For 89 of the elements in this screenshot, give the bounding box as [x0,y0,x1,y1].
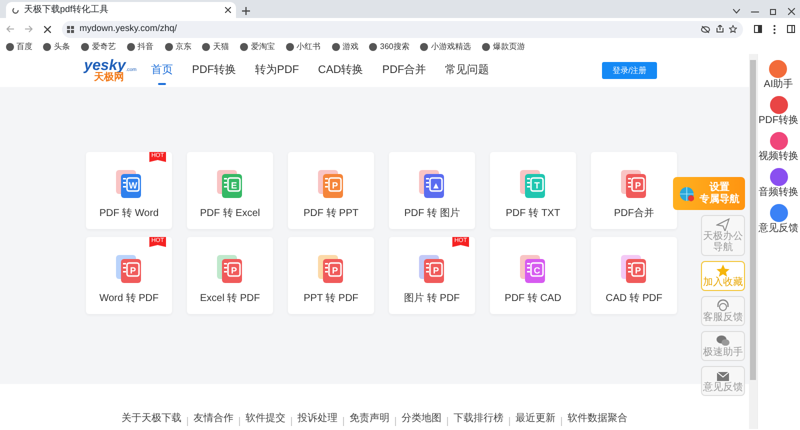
card-label: CAD 转 PDF [606,292,662,306]
tool-card[interactable]: T PDF 转 TXT [490,152,576,229]
site-info-icon[interactable] [67,26,74,32]
eye-slash-icon[interactable] [701,26,710,32]
menu-icon[interactable] [772,24,776,34]
chat-icon [716,334,730,347]
footer-link[interactable]: 友情合作 [194,411,234,426]
float-button-label: 加入收藏 [703,277,743,288]
tab-title: 天极下载pdf转化工具 [24,3,110,16]
bookmark[interactable]: 小游戏精选 [420,41,472,53]
bookmark[interactable]: 京东 [164,41,192,53]
tool-card[interactable]: P PDF合并 [591,152,677,229]
scrollbar[interactable] [749,54,757,429]
card-label: PDF 转 PPT [303,206,358,220]
tool-card[interactable]: P PPT 转 PDF [288,237,374,314]
chevron-icon[interactable] [732,9,740,14]
headset-icon [716,299,730,312]
card-label: PDF 转 Word [99,206,159,220]
tool-card[interactable]: P CAD 转 PDF [591,237,677,314]
card-label: Word 转 PDF [99,292,159,306]
tool-card[interactable]: P PDF 转 PPT [288,152,374,229]
bookmark[interactable]: 爆款页游 [482,41,525,53]
tool-card[interactable]: P Excel 转 PDF [187,237,273,314]
bookmark[interactable]: 360搜索 [369,41,410,53]
close-icon[interactable] [44,26,50,32]
card-label: PDF 转 图片 [404,206,460,220]
bookmark[interactable]: 游戏 [332,41,358,53]
card-label: PDF合并 [614,206,654,220]
share-icon[interactable] [716,25,724,33]
promo-text: 专属导航 [700,194,740,205]
bookmark[interactable]: 百度 [6,41,32,53]
bookmark[interactable]: 爱淘宝 [240,41,275,53]
nav-tab[interactable]: PDF合并 [382,56,426,85]
star-icon[interactable] [729,25,737,33]
bookmark[interactable]: 天猫 [202,41,229,53]
float-button-label: 客服反馈 [703,312,743,323]
side-panel-item[interactable]: AI助手 [764,57,794,90]
loading-icon [12,6,18,14]
side-panel-item[interactable]: 音频转换 [758,165,798,198]
new-tab-icon[interactable] [242,7,250,16]
globe-icon [678,184,694,202]
restore-icon[interactable] [770,8,776,16]
promo-text: 设置 [708,182,730,193]
bookmark[interactable]: 头条 [43,41,70,53]
card-label: PDF 转 Excel [200,206,260,220]
card-label: Excel 转 PDF [200,292,260,306]
nav-tab[interactable]: PDF转换 [192,56,236,85]
close-icon[interactable] [788,8,794,16]
star-icon [716,264,730,277]
send-icon [716,218,730,231]
bookmark[interactable]: 抖音 [126,41,154,53]
close-icon[interactable] [224,7,230,13]
footer-link[interactable]: 关于天极下载 [122,411,182,426]
side-panel-item[interactable]: PDF转换 [758,93,798,126]
side-panel-item[interactable]: 视频转换 [758,129,798,162]
card-label: 图片 转 PDF [404,292,460,306]
footer-link[interactable]: 分类地图 [402,411,442,426]
card-label: PDF 转 CAD [504,292,562,306]
browser-tab[interactable]: 天极下载pdf转化工具 [6,2,236,18]
card-label: PPT 转 PDF [304,292,358,306]
side-panel-item[interactable]: 意见反馈 [758,201,798,234]
footer-link[interactable]: 最近更新 [516,411,556,426]
card-label: PDF 转 TXT [506,206,560,220]
float-button-label: 极速助手 [703,347,743,358]
bookmark[interactable]: 小红书 [286,41,320,53]
float-button-label: 意见反馈 [703,382,743,393]
footer-link[interactable]: 软件提交 [246,411,286,426]
url-text[interactable]: mydown.yesky.com/zhq/ [80,22,696,36]
nav-tab[interactable]: 常见问题 [445,56,490,85]
logo-text[interactable]: yesky [84,59,126,73]
minimize-icon[interactable] [750,10,758,13]
login-button[interactable]: 登录/注册 [602,62,657,79]
mail-icon [716,369,730,382]
footer-link[interactable]: 下载排行榜 [454,411,504,426]
footer-link[interactable]: 投诉处理 [298,411,338,426]
footer-link[interactable]: 软件数据聚合 [568,411,628,426]
nav-tab[interactable]: 转为PDF [255,56,299,85]
tool-card[interactable]: E PDF 转 Excel [187,152,273,229]
logo-subtitle: 天极网 [94,72,124,82]
bookmark[interactable]: 爱奇艺 [81,41,116,53]
nav-tab[interactable]: 首页 [151,56,173,85]
side-panel-icon[interactable] [754,25,762,33]
footer-link[interactable]: 免责声明 [350,411,390,426]
tool-card[interactable]: ▲ PDF 转 图片 [389,152,475,229]
tool-card[interactable]: C PDF 转 CAD [490,237,576,314]
sidebar-icon[interactable] [786,25,794,33]
address-bar[interactable]: mydown.yesky.com/zhq/ [62,20,742,38]
float-button-label: 天极办公导航 [703,231,743,253]
nav-tab[interactable]: CAD转换 [318,56,364,85]
